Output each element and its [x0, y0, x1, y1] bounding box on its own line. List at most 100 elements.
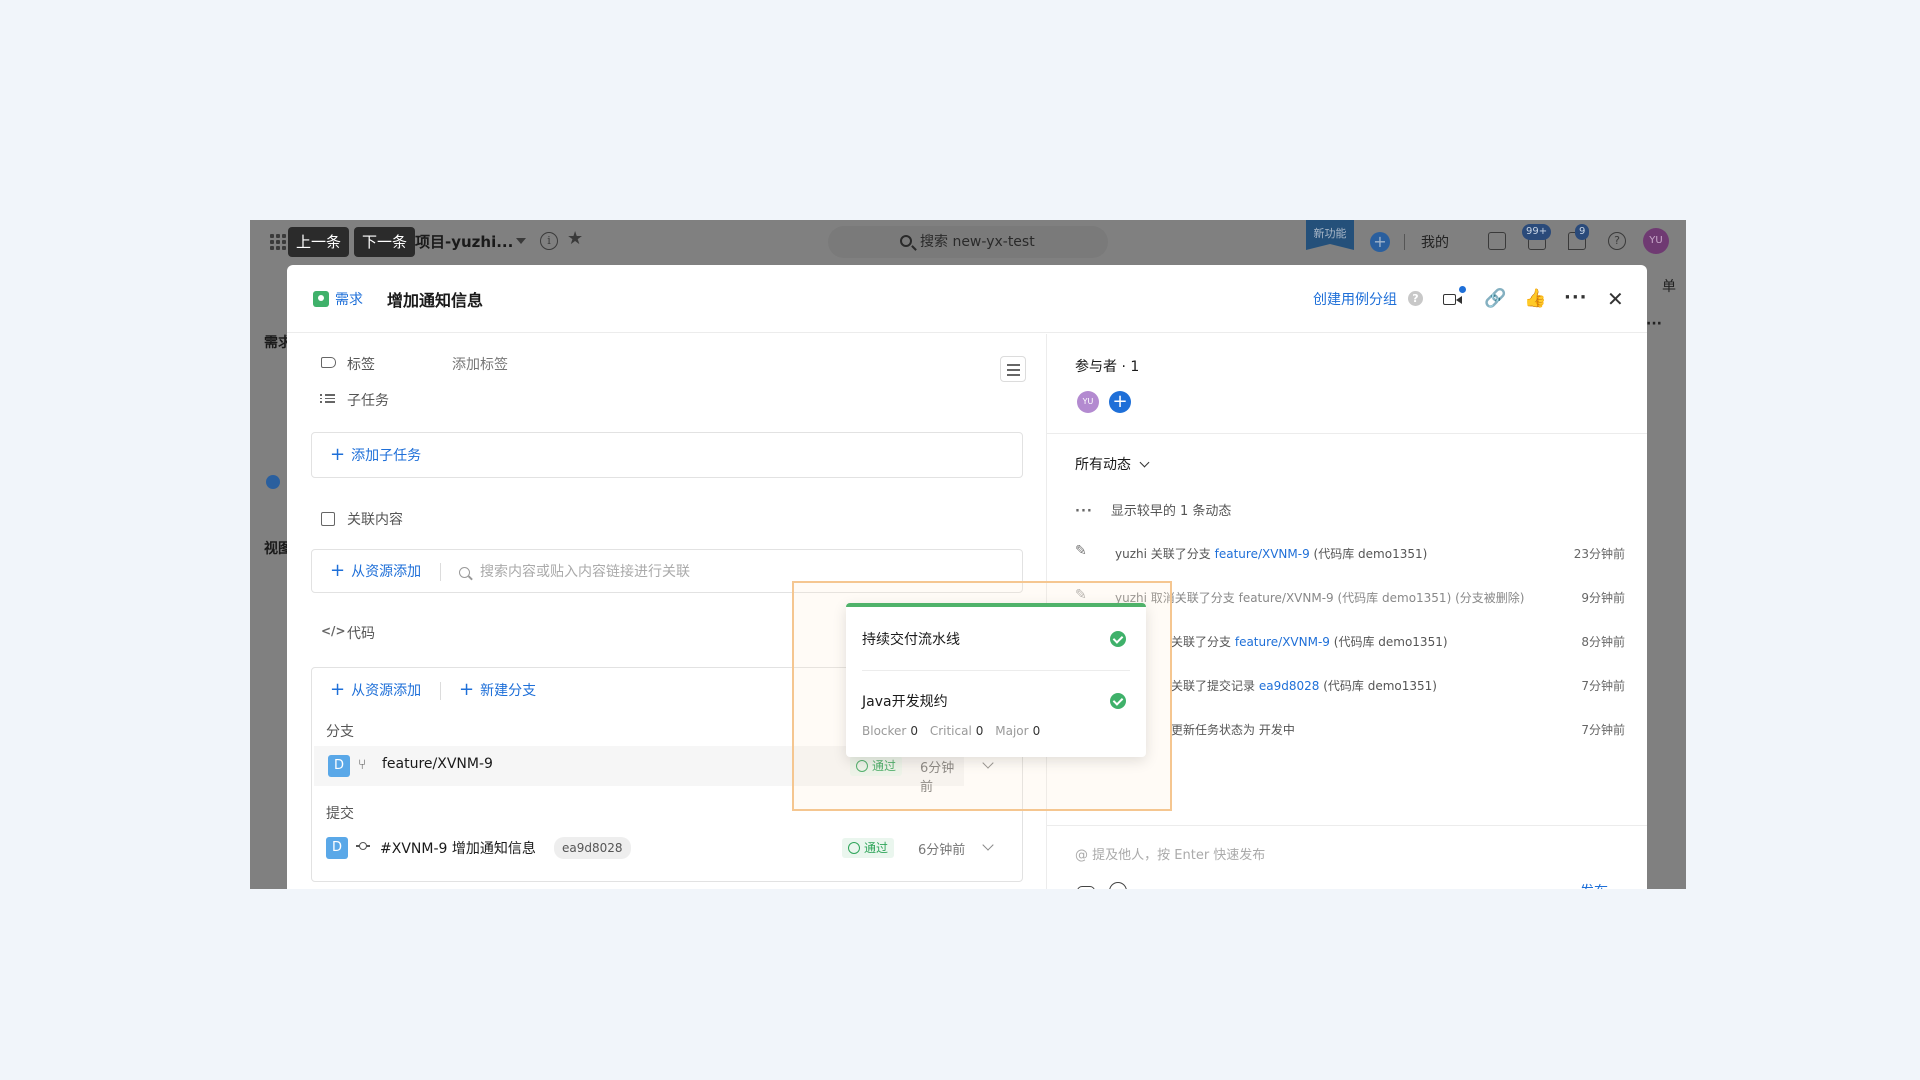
avatar[interactable]: YU	[1077, 391, 1099, 413]
activity-filter-label: 所有动态	[1075, 457, 1131, 473]
commit-row[interactable]: D #XVNM-9 增加通知信息 ea9d8028 通过 6分钟前	[312, 828, 1022, 868]
info-icon[interactable]: i	[540, 232, 558, 250]
chevron-down-icon	[1139, 457, 1150, 468]
attachment-icon[interactable]	[1077, 886, 1095, 889]
divider	[439, 682, 441, 700]
mine-link[interactable]: 我的	[1421, 232, 1449, 252]
plus-icon: +	[330, 444, 346, 465]
show-earlier-button[interactable]: ··· 显示较早的 1 条动态	[1075, 500, 1231, 519]
add-code-from-resource-link[interactable]: 从资源添加	[351, 683, 421, 699]
code-icon: </>	[321, 624, 346, 638]
list-icon	[320, 392, 335, 406]
check-java-title[interactable]: Java开发规约	[862, 691, 948, 711]
commit-status-badge[interactable]: 通过	[842, 838, 895, 858]
status-icon	[848, 842, 860, 854]
create-test-group-link[interactable]: 创建用例分组	[1313, 289, 1397, 309]
emoji-icon[interactable]	[1109, 882, 1127, 889]
layout-toggle-button[interactable]	[1000, 356, 1026, 382]
subtask-label: 子任务	[347, 393, 389, 409]
add-participant-button[interactable]: +	[1109, 391, 1131, 413]
thumbs-up-icon[interactable]: 👍	[1524, 289, 1546, 309]
message-count-badge: 9	[1575, 224, 1590, 240]
search-icon	[459, 566, 470, 578]
new-branch-link[interactable]: 新建分支	[480, 683, 536, 699]
comment-input[interactable]: @ 提及他人，按 Enter 快速发布	[1075, 844, 1265, 863]
publish-button[interactable]: 发布	[1580, 881, 1608, 889]
plus-icon: +	[459, 679, 475, 700]
commit-hash[interactable]: ea9d8028	[554, 837, 631, 859]
activity-link[interactable]: feature/XVNM-9	[1215, 547, 1310, 561]
modal-header: 需求 增加通知信息 创建用例分组 ? 🔗 👍 ··· ✕	[287, 265, 1647, 333]
activity-action: 更新任务状态为 开发中	[1171, 723, 1295, 737]
stat-label: Major	[995, 724, 1029, 738]
branch-heading: 分支	[326, 724, 354, 740]
bg-right-text: 单	[1662, 279, 1676, 295]
chevron-down-icon[interactable]	[982, 839, 994, 851]
divider	[1404, 234, 1405, 250]
next-button[interactable]: 下一条	[354, 227, 416, 257]
help-icon[interactable]: ?	[1608, 232, 1626, 250]
requirement-title[interactable]: 增加通知信息	[387, 287, 483, 311]
new-feature-badge[interactable]: 新功能	[1306, 220, 1354, 250]
global-search-input[interactable]: 搜索 new-yx-test	[828, 226, 1108, 258]
more-icon: ···	[1075, 504, 1093, 519]
check-passed-icon	[1110, 693, 1126, 709]
check-pipeline-title[interactable]: 持续交付流水线	[862, 629, 960, 649]
related-label: 关联内容	[347, 512, 403, 528]
activity-detail: (代码库 demo1351)	[1333, 635, 1448, 649]
related-search-input[interactable]: 搜索内容或贴入内容链接进行关联	[480, 564, 690, 580]
link-icon[interactable]: 🔗	[1484, 289, 1506, 309]
add-tag-link[interactable]: 添加标签	[452, 354, 508, 374]
divider	[862, 670, 1130, 671]
status-check-popover: 持续交付流水线 Java开发规约 Blocker 0 Critical 0 Majo…	[846, 603, 1146, 757]
tag-label: 标签	[347, 357, 375, 373]
activity-item: ✎ yuzhi 关联了分支 feature/XVNM-9 (代码库 demo13…	[1075, 543, 1625, 563]
add-subtask-label: 添加子任务	[351, 448, 422, 464]
global-search-placeholder: 搜索 new-yx-test	[920, 234, 1035, 250]
activity-link[interactable]: feature/XVNM-9	[1235, 635, 1330, 649]
notification-count-badge: 99+	[1522, 224, 1552, 240]
plus-icon: +	[330, 679, 346, 700]
activity-time: 9分钟前	[1581, 591, 1625, 605]
commit-repo-badge: D	[326, 837, 348, 859]
code-actions: + 从资源添加 + 新建分支	[330, 680, 536, 700]
activity-link[interactable]: ea9d8028	[1259, 679, 1320, 693]
chevron-down-icon[interactable]	[516, 238, 526, 244]
activity-action: 关联了分支	[1171, 635, 1232, 649]
plus-icon: +	[330, 560, 346, 581]
prev-button[interactable]: 上一条	[288, 227, 350, 257]
stat-label: Critical	[929, 724, 972, 738]
show-earlier-label: 显示较早的 1 条动态	[1110, 504, 1232, 519]
activity-user[interactable]: yuzhi	[1115, 547, 1147, 561]
calendar-icon[interactable]	[1488, 232, 1506, 250]
requirement-type-label[interactable]: 需求	[335, 289, 363, 309]
commit-status: 通过	[864, 841, 889, 855]
video-icon[interactable]	[1443, 286, 1466, 309]
user-avatar[interactable]: YU	[1643, 228, 1669, 254]
branch-name[interactable]: feature/XVNM-9	[382, 756, 493, 772]
branch-icon: ⑂	[358, 757, 367, 773]
check-passed-icon	[1110, 631, 1126, 647]
close-icon[interactable]: ✕	[1607, 289, 1627, 309]
activity-time: 8分钟前	[1581, 635, 1625, 649]
star-icon[interactable]: ★	[567, 228, 583, 249]
more-icon[interactable]: ···	[1564, 289, 1587, 309]
apps-grid-icon[interactable]	[270, 234, 286, 250]
activity-time: 7分钟前	[1581, 723, 1625, 737]
activity-filter-dropdown[interactable]: 所有动态	[1075, 454, 1150, 474]
help-icon[interactable]: ?	[1408, 291, 1423, 306]
related-icon	[321, 512, 335, 526]
activity-action: 关联了提交记录	[1171, 679, 1256, 693]
divider	[1047, 433, 1647, 434]
stat-value: 0	[910, 724, 918, 738]
global-add-button[interactable]: +	[1370, 232, 1390, 252]
add-subtask-button[interactable]: + 添加子任务	[311, 432, 1023, 478]
project-title[interactable]: 项目-yuzhi...	[415, 231, 513, 252]
activity-detail: (代码库 demo1351)	[1323, 679, 1437, 693]
divider	[439, 563, 441, 581]
add-from-resource-link[interactable]: 从资源添加	[351, 564, 421, 580]
commit-heading: 提交	[326, 806, 354, 822]
commit-time: 6分钟前	[918, 843, 966, 858]
pencil-icon: ✎	[1075, 543, 1087, 559]
commit-message[interactable]: #XVNM-9 增加通知信息	[380, 838, 536, 858]
